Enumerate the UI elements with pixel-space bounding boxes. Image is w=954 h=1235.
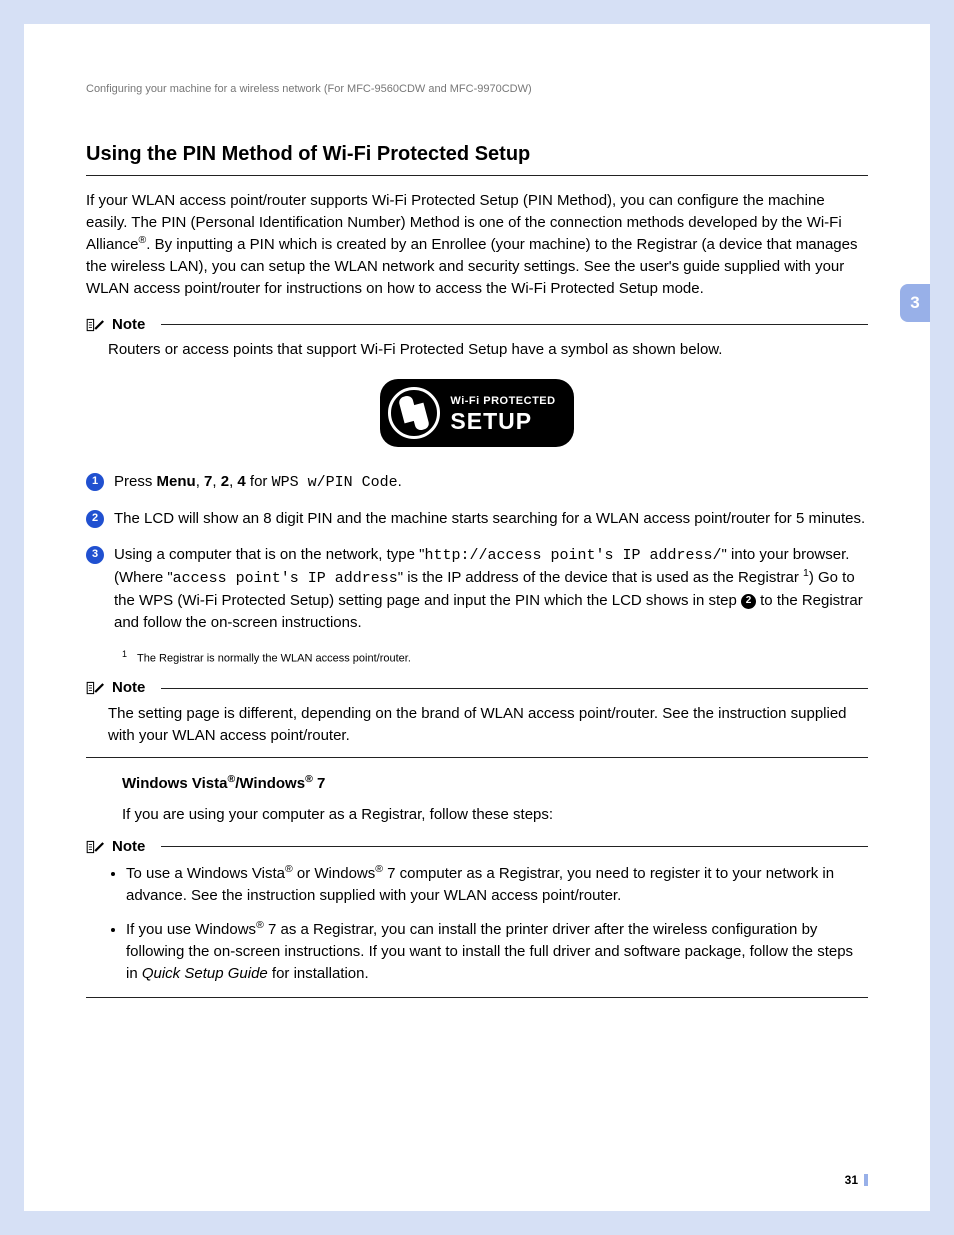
t: or Windows — [293, 865, 376, 882]
wps-logo: Wi-Fi PROTECTED SETUP — [380, 379, 573, 447]
note-1-body: Routers or access points that support Wi… — [108, 339, 868, 361]
reg: ® — [285, 863, 293, 875]
step-3: 3 Using a computer that is on the networ… — [86, 544, 868, 634]
note-rule — [161, 324, 868, 325]
note-label: Note — [112, 836, 145, 858]
wps-arrows-icon — [388, 387, 440, 439]
step-3-content: Using a computer that is on the network,… — [114, 544, 868, 634]
intro-paragraph: If your WLAN access point/router support… — [86, 190, 868, 300]
page-number: 31 — [845, 1172, 868, 1189]
separator — [86, 757, 868, 758]
code-wps-pin: WPS w/PIN Code — [272, 474, 398, 491]
breadcrumb: Configuring your machine for a wireless … — [86, 82, 868, 98]
t: " is the IP address of the device that i… — [398, 569, 803, 586]
note-icon — [86, 317, 106, 333]
note-rule — [161, 688, 868, 689]
t: for — [246, 473, 272, 490]
sub-body: If you are using your computer as a Regi… — [122, 804, 868, 826]
wps-logo-text: Wi-Fi PROTECTED SETUP — [450, 394, 555, 433]
note-icon — [86, 680, 106, 696]
menu-key: Menu — [157, 473, 196, 490]
note-heading-3: Note — [86, 836, 868, 858]
title-rule — [86, 175, 868, 176]
note-3-list: To use a Windows Vista® or Windows® 7 co… — [108, 862, 868, 985]
step-bullet-3: 3 — [86, 546, 104, 564]
note-label: Note — [112, 314, 145, 336]
reg: ® — [375, 863, 383, 875]
t: for installation. — [268, 965, 369, 982]
step-2-content: The LCD will show an 8 digit PIN and the… — [114, 508, 868, 530]
t: 7 — [313, 775, 326, 792]
t: To use a Windows Vista — [126, 865, 285, 882]
key-4: 4 — [237, 473, 245, 490]
note-icon — [86, 839, 106, 855]
t: Press — [114, 473, 157, 490]
t: Windows Vista — [122, 775, 227, 792]
note-heading-1: Note — [86, 314, 868, 336]
t: If you use Windows — [126, 921, 256, 938]
t: /Windows — [235, 775, 305, 792]
note-label: Note — [112, 677, 145, 699]
list-item: If you use Windows® 7 as a Registrar, yo… — [126, 918, 868, 984]
section-title: Using the PIN Method of Wi-Fi Protected … — [86, 140, 868, 169]
step-2: 2 The LCD will show an 8 digit PIN and t… — [86, 508, 868, 530]
list-item: To use a Windows Vista® or Windows® 7 co… — [126, 862, 868, 907]
t: . — [398, 473, 402, 490]
note-rule — [161, 846, 868, 847]
note-2-body: The setting page is different, depending… — [108, 703, 868, 747]
step-bullet-1: 1 — [86, 473, 104, 491]
reg: ® — [256, 919, 264, 931]
step-bullet-2: 2 — [86, 510, 104, 528]
page-container: Configuring your machine for a wireless … — [24, 24, 930, 1211]
wps-logo-wrap: Wi-Fi PROTECTED SETUP — [86, 379, 868, 447]
step-ref-2-icon: 2 — [741, 594, 756, 609]
wps-line2: SETUP — [450, 410, 555, 433]
separator — [86, 997, 868, 998]
footnote-1: 1 The Registrar is normally the WLAN acce… — [122, 648, 868, 668]
t: , — [196, 473, 204, 490]
footnote-num: 1 — [122, 649, 127, 659]
footnote-text: The Registrar is normally the WLAN acces… — [137, 652, 411, 664]
reg: ® — [305, 773, 313, 785]
code-url: http://access point's IP address/ — [424, 547, 721, 564]
guide-name: Quick Setup Guide — [142, 965, 268, 982]
t: Using a computer that is on the network,… — [114, 546, 424, 563]
os-subhead: Windows Vista®/Windows® 7 — [122, 772, 868, 795]
step-1-content: Press Menu, 7, 2, 4 for WPS w/PIN Code. — [114, 471, 868, 494]
chapter-tab: 3 — [900, 284, 930, 322]
intro-part-b: . By inputting a PIN which is created by… — [86, 236, 857, 297]
step-1: 1 Press Menu, 7, 2, 4 for WPS w/PIN Code… — [86, 471, 868, 494]
note-heading-2: Note — [86, 677, 868, 699]
code-ip: access point's IP address — [173, 570, 398, 587]
key-2: 2 — [221, 473, 229, 490]
t: , — [212, 473, 220, 490]
